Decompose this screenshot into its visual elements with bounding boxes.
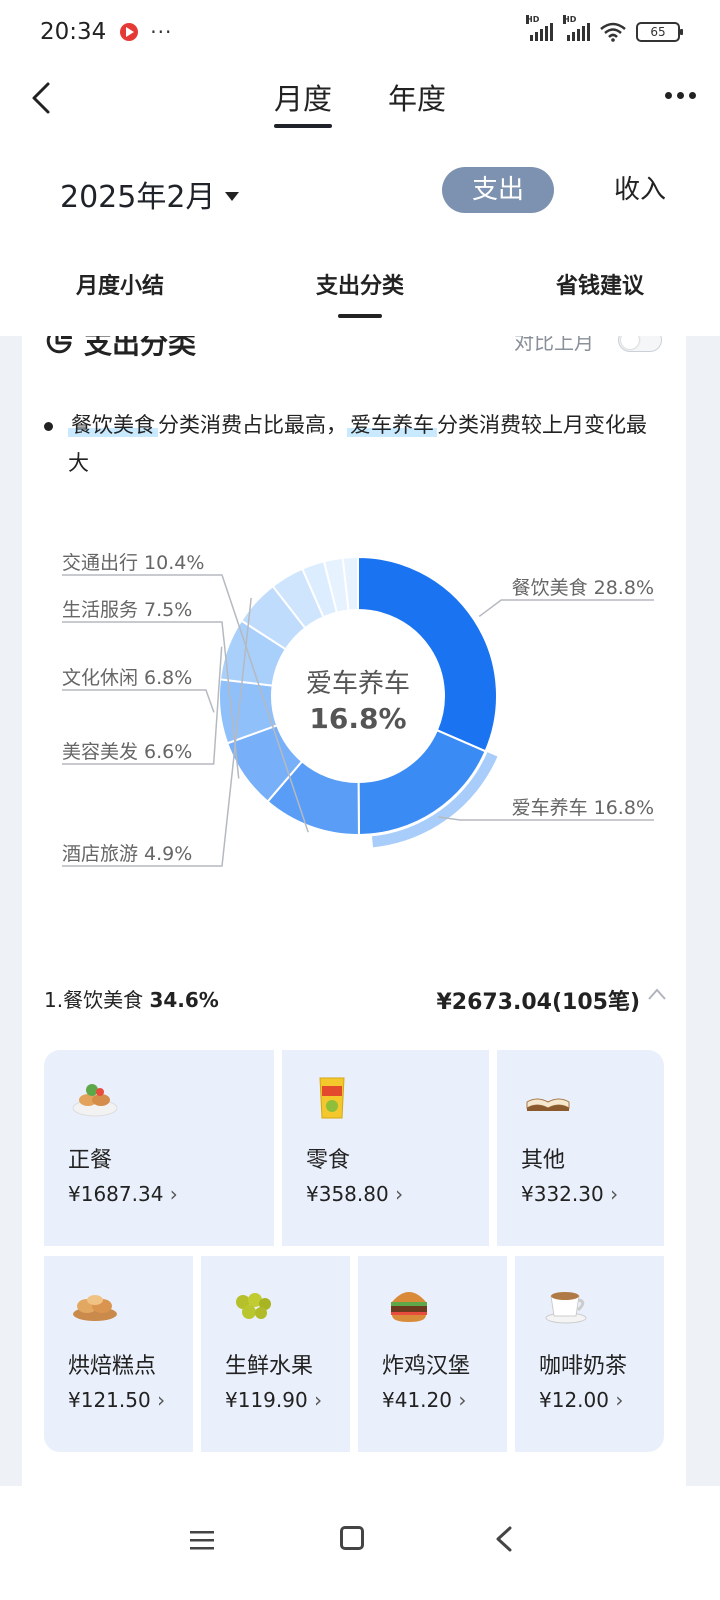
card-title: 支出分类 bbox=[84, 336, 197, 360]
type-toggle: 支出 收入 bbox=[442, 167, 696, 213]
tab-monthly-summary[interactable]: 月度小结 bbox=[0, 268, 240, 300]
bullet-icon bbox=[44, 422, 53, 431]
chart-slice-label: 餐饮美食 28.8% bbox=[512, 577, 654, 599]
category-amount: ¥2673.04(105笔) bbox=[436, 990, 640, 1015]
category-share: 34.6% bbox=[149, 988, 219, 1012]
tab-saving-tips[interactable]: 省钱建议 bbox=[480, 268, 720, 300]
grapes-icon bbox=[236, 1293, 271, 1319]
insight-highlight-top: 餐饮美食 bbox=[68, 413, 158, 437]
subcategory-name: 生鲜水果 bbox=[225, 1354, 314, 1379]
donut-center-label: 爱车养车 bbox=[306, 669, 410, 699]
category-header[interactable]: 1.餐饮美食 34.6% ¥2673.04(105笔) bbox=[44, 984, 666, 1015]
subcategory-name: 正餐 bbox=[68, 1148, 113, 1173]
chart-slice-label: 交通出行 10.4% bbox=[62, 552, 204, 574]
chart-slice-label: 美容美发 6.6% bbox=[62, 741, 192, 763]
donut-center-value: 16.8% bbox=[309, 702, 406, 735]
subcategory-tile[interactable]: 生鲜水果 ¥119.90 bbox=[201, 1256, 350, 1452]
video-app-icon bbox=[120, 23, 139, 41]
burger-icon bbox=[391, 1292, 427, 1322]
meal-icon bbox=[72, 1084, 118, 1117]
chart-slice-label: 文化休闲 6.8% bbox=[62, 667, 192, 689]
expense-category-card: 支出分类 对比上月 餐饮美食 分类消费占比最高， 爱车养车 分类消费较上月变化最大 爱… bbox=[22, 336, 686, 1516]
card-header: 支出分类 对比上月 bbox=[22, 336, 686, 364]
chart-slice-label: 生活服务 7.5% bbox=[62, 599, 192, 621]
insight-highlight-change: 爱车养车 bbox=[347, 413, 437, 437]
status-time: 20:34 bbox=[40, 19, 107, 45]
subcategory-tile[interactable]: 正餐 ¥1687.34 bbox=[44, 1050, 274, 1246]
insight-text: 餐饮美食 分类消费占比最高， 爱车养车 分类消费较上月变化最大 bbox=[44, 406, 664, 482]
chart-slice-label: 酒店旅游 4.9% bbox=[62, 843, 192, 865]
subcategory-tile[interactable]: 烘焙糕点 ¥121.50 bbox=[44, 1256, 193, 1452]
subcategory-name: 其他 bbox=[521, 1148, 566, 1173]
tab-monthly[interactable]: 月度 bbox=[273, 76, 333, 128]
subcategory-tile[interactable]: 炸鸡汉堡 ¥41.20 bbox=[358, 1256, 507, 1452]
tab-yearly[interactable]: 年度 bbox=[388, 76, 446, 124]
status-indicators: HD HD 65 bbox=[526, 15, 683, 42]
chart-leader-line bbox=[478, 599, 654, 618]
status-bar: 20:34 ··· HD HD 65 bbox=[0, 0, 720, 64]
signal-icon: HD bbox=[563, 15, 590, 41]
subcategory-value: ¥1687.34 bbox=[68, 1182, 178, 1206]
nav-back-icon[interactable] bbox=[494, 1526, 514, 1552]
donut-chart: 爱车养车 16.8% 餐饮美食 28.8% 爱车养车 16.8% 交通出行 10.4% 生… bbox=[22, 550, 686, 910]
compare-toggle[interactable] bbox=[618, 336, 662, 352]
subcategory-name: 咖啡奶茶 bbox=[539, 1354, 628, 1379]
subcategory-name: 烘焙糕点 bbox=[68, 1354, 157, 1379]
coffee-icon bbox=[545, 1292, 587, 1324]
chart-leader-line bbox=[62, 689, 215, 713]
battery-icon: 65 bbox=[636, 22, 683, 42]
signal-icon: HD bbox=[526, 15, 553, 41]
month-label: 2025年2月 bbox=[60, 180, 216, 215]
chart-slice-label: 爱车养车 16.8% bbox=[512, 797, 654, 819]
category-name: 1.餐饮美食 34.6% bbox=[44, 988, 219, 1012]
system-nav-bar bbox=[0, 1486, 720, 1600]
month-picker[interactable]: 2025年2月 bbox=[60, 172, 240, 216]
donut-chart-svg: 爱车养车16.8% 餐饮美食 28.8% 爱车养车 16.8% 交通出行 10.4% 生… bbox=[62, 552, 654, 867]
bread-icon bbox=[73, 1295, 117, 1321]
subcategory-tile[interactable]: 零食 ¥358.80 bbox=[282, 1050, 489, 1246]
pie-chart-icon bbox=[46, 336, 72, 354]
subcategory-value: ¥12.00 bbox=[539, 1388, 623, 1412]
more-options-icon[interactable] bbox=[665, 92, 696, 99]
home-icon[interactable] bbox=[340, 1526, 364, 1550]
caret-down-icon bbox=[225, 191, 240, 201]
income-button[interactable]: 收入 bbox=[584, 167, 696, 213]
subcategory-value: ¥119.90 bbox=[225, 1388, 322, 1412]
insight-text-1: 分类消费占比最高， bbox=[158, 413, 347, 437]
compare-label: 对比上月 bbox=[514, 336, 594, 354]
period-tabs: 月度 年度 bbox=[0, 76, 720, 128]
section-tabs: 月度小结 支出分类 省钱建议 bbox=[0, 268, 720, 318]
wifi-icon bbox=[600, 22, 626, 42]
subcategory-tile[interactable]: 咖啡奶茶 ¥12.00 bbox=[515, 1256, 664, 1452]
menu-icon[interactable] bbox=[190, 1530, 214, 1550]
subcategory-name: 炸鸡汉堡 bbox=[382, 1354, 471, 1379]
subcategory-name: 零食 bbox=[306, 1148, 351, 1173]
snack-icon bbox=[319, 1077, 345, 1119]
subcategory-value: ¥121.50 bbox=[68, 1388, 165, 1412]
subcategory-value: ¥332.30 bbox=[521, 1182, 618, 1206]
subcategory-value: ¥358.80 bbox=[306, 1182, 403, 1206]
subcategory-value: ¥41.20 bbox=[382, 1388, 466, 1412]
book-icon bbox=[526, 1098, 570, 1111]
expense-button[interactable]: 支出 bbox=[442, 167, 555, 213]
tab-expense-category[interactable]: 支出分类 bbox=[240, 268, 480, 318]
header: 月度 年度 2025年2月 支出 收入 月度小结 支出分类 省钱建议 bbox=[0, 64, 720, 336]
more-notifications-icon: ··· bbox=[150, 20, 173, 44]
subcategory-tile[interactable]: 其他 ¥332.30 bbox=[497, 1050, 664, 1246]
chevron-up-icon[interactable] bbox=[648, 988, 666, 1000]
